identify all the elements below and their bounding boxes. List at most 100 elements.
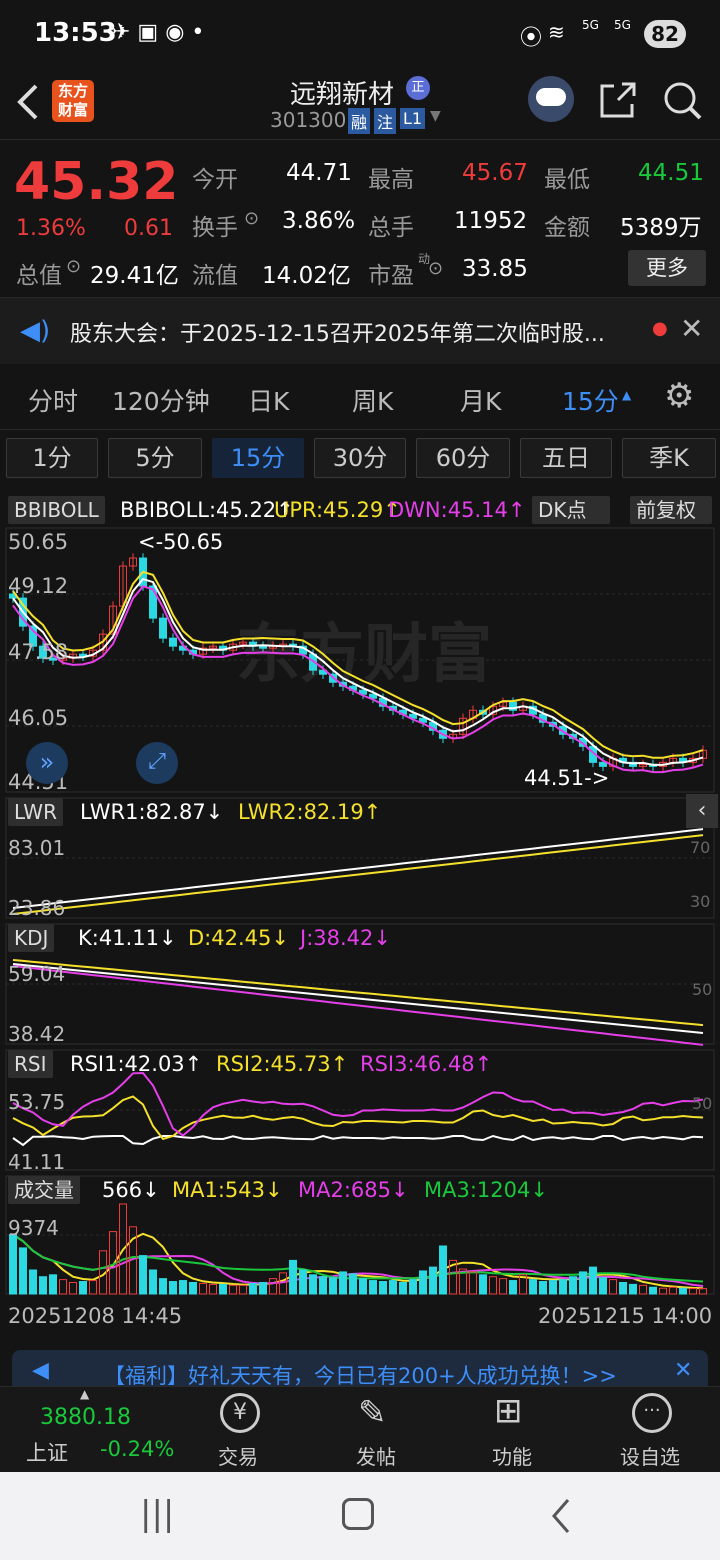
close-icon[interactable]: ✕ xyxy=(680,312,703,345)
volume-bar xyxy=(79,1281,87,1295)
volume-bar xyxy=(29,1269,37,1295)
volume-bar xyxy=(629,1283,637,1295)
rsi1-line xyxy=(12,1134,704,1147)
index-value[interactable]: 3880.18 xyxy=(40,1405,131,1430)
volume-bar xyxy=(69,1281,77,1295)
volume-selector[interactable]: 成交量 xyxy=(8,1176,80,1204)
recent-apps-icon[interactable]: ||| xyxy=(140,1494,174,1534)
close-icon[interactable]: ✕ xyxy=(674,1358,692,1383)
volume-bar xyxy=(569,1276,577,1295)
info-icon[interactable]: ⊙ xyxy=(66,256,81,277)
tab-daily[interactable]: 日K xyxy=(248,382,289,418)
dk-points-button[interactable]: DK点 xyxy=(532,496,610,524)
battery-icon: 82 xyxy=(644,20,686,48)
float-label: 流值 xyxy=(192,263,238,289)
current-price: 45.32 xyxy=(14,152,179,212)
volume-bar xyxy=(489,1276,497,1295)
subtab-5min[interactable]: 5分 xyxy=(108,438,202,478)
volume-bar xyxy=(149,1269,157,1295)
volume-bar xyxy=(329,1277,337,1295)
amount-value: 5389万 xyxy=(620,215,702,241)
volume-bar xyxy=(189,1281,197,1295)
volume-bar xyxy=(389,1280,397,1295)
tab-weekly[interactable]: 周K xyxy=(352,382,393,418)
settings-gear-icon[interactable]: ⚙ xyxy=(664,376,694,416)
quote-panel: 45.32 1.36% 0.61 今开 44.71 最高 45.67 最低 44… xyxy=(0,140,720,298)
top-nav: 东方 财富 远翔新材 正 301300 融 注 L1 ▼ xyxy=(0,68,720,140)
megaphone-icon: ◀ xyxy=(32,1358,49,1383)
subtab-15min[interactable]: 15分 xyxy=(212,438,304,478)
subtab-quarter[interactable]: 季K xyxy=(622,438,716,478)
stock-name: 远翔新材 xyxy=(290,80,395,110)
promo-text: 【福利】好礼天天有，今日已有200+人成功兑换！>> xyxy=(104,1364,617,1388)
promo-banner[interactable]: ◀ 【福利】好礼天天有，今日已有200+人成功兑换！>> ✕ xyxy=(12,1350,708,1388)
tab-15min[interactable]: 15分 xyxy=(562,382,619,418)
lwr-selector[interactable]: LWR xyxy=(8,798,63,826)
kdj-selector[interactable]: KDJ xyxy=(8,924,55,952)
subtab-1min[interactable]: 1分 xyxy=(6,438,98,478)
volume-bar xyxy=(309,1274,317,1295)
more-button[interactable]: 更多 xyxy=(628,250,706,286)
subtab-60min[interactable]: 60分 xyxy=(416,438,510,478)
candle xyxy=(169,637,177,647)
notice-bar[interactable]: ◀) 股东大会：于2025-12-15召开2025年第二次临时股... ● ✕ xyxy=(0,298,720,364)
collapse-left-icon[interactable]: ‹ xyxy=(686,794,718,828)
function-button[interactable]: 功能 xyxy=(492,1441,532,1470)
date-end: 20251215 14:00 xyxy=(538,1304,713,1328)
robot-assistant-icon[interactable] xyxy=(528,76,574,122)
margin-tag: 融 xyxy=(348,108,371,134)
volume-bar xyxy=(209,1283,217,1295)
fullscreen-icon[interactable]: ⤢ xyxy=(136,742,178,784)
boll-selector[interactable]: BBIBOLL xyxy=(8,496,105,524)
lwr2-line xyxy=(12,834,704,915)
tab-monthly[interactable]: 月K xyxy=(460,382,501,418)
tab-120min[interactable]: 120分钟 xyxy=(112,382,210,418)
add-watchlist-button[interactable]: 设自选 xyxy=(620,1441,680,1470)
share-icon[interactable] xyxy=(598,80,638,120)
back-icon[interactable] xyxy=(14,82,42,122)
kdj-d-line xyxy=(12,959,704,1027)
trade-icon[interactable]: ¥ xyxy=(220,1393,260,1433)
stock-code: 301300 xyxy=(270,108,347,132)
rsi1-value: RSI1:42.03↑ xyxy=(70,1052,203,1076)
tab-timeshare[interactable]: 分时 xyxy=(28,382,78,418)
info-icon[interactable]: ⊙ xyxy=(428,258,443,279)
boll-upr-value: UPR:45.29↑ xyxy=(274,498,401,522)
back-nav-icon[interactable] xyxy=(548,1496,572,1536)
rsi-bottom: 41.11 xyxy=(8,1150,66,1174)
change-amount: 0.61 xyxy=(124,216,173,241)
home-icon[interactable] xyxy=(342,1498,374,1530)
max-marker: <-50.65 xyxy=(138,530,224,554)
trade-button[interactable]: 交易 xyxy=(218,1441,258,1470)
high-label: 最高 xyxy=(368,167,414,193)
more-dots-icon[interactable]: ··· xyxy=(632,1393,672,1433)
lwr-top: 83.01 xyxy=(8,836,66,860)
kline-chart[interactable]: 东方财富 xyxy=(0,488,720,1328)
rsi-selector[interactable]: RSI xyxy=(8,1050,53,1078)
adjust-mode-button[interactable]: 前复权 xyxy=(630,496,712,524)
name-badge: 正 xyxy=(406,76,430,100)
search-icon[interactable] xyxy=(662,80,704,122)
index-name[interactable]: 上证 xyxy=(26,1437,68,1467)
volume-bar xyxy=(539,1281,547,1295)
subtab-5day[interactable]: 五日 xyxy=(520,438,612,478)
bottom-toolbar: ▲ 3880.18 上证 -0.24% ¥ 交易 ✎ 发帖 ⊞ 功能 ··· 设… xyxy=(0,1386,720,1472)
expand-right-icon[interactable]: » xyxy=(26,742,68,784)
post-edit-icon[interactable]: ✎ xyxy=(358,1393,387,1433)
volume-bar xyxy=(89,1280,97,1295)
function-grid-icon[interactable]: ⊞ xyxy=(494,1391,523,1431)
volume-top: 9374 xyxy=(8,1216,59,1240)
app-logo[interactable]: 东方 财富 xyxy=(52,80,94,122)
volume-bar xyxy=(369,1280,377,1295)
volume-bar xyxy=(59,1279,67,1295)
level-tag: L1 xyxy=(400,108,426,129)
volume-bar xyxy=(659,1287,667,1295)
dropdown-icon[interactable]: ▼ xyxy=(430,108,441,124)
signal-icon-2: 5G xyxy=(614,18,631,32)
post-button[interactable]: 发帖 xyxy=(356,1441,396,1470)
volume-bar xyxy=(269,1278,277,1295)
subtab-30min[interactable]: 30分 xyxy=(314,438,406,478)
expand-up-icon[interactable]: ▲ xyxy=(80,1387,89,1401)
info-icon[interactable]: ⊙ xyxy=(244,208,259,229)
volume-label: 总手 xyxy=(368,215,414,241)
